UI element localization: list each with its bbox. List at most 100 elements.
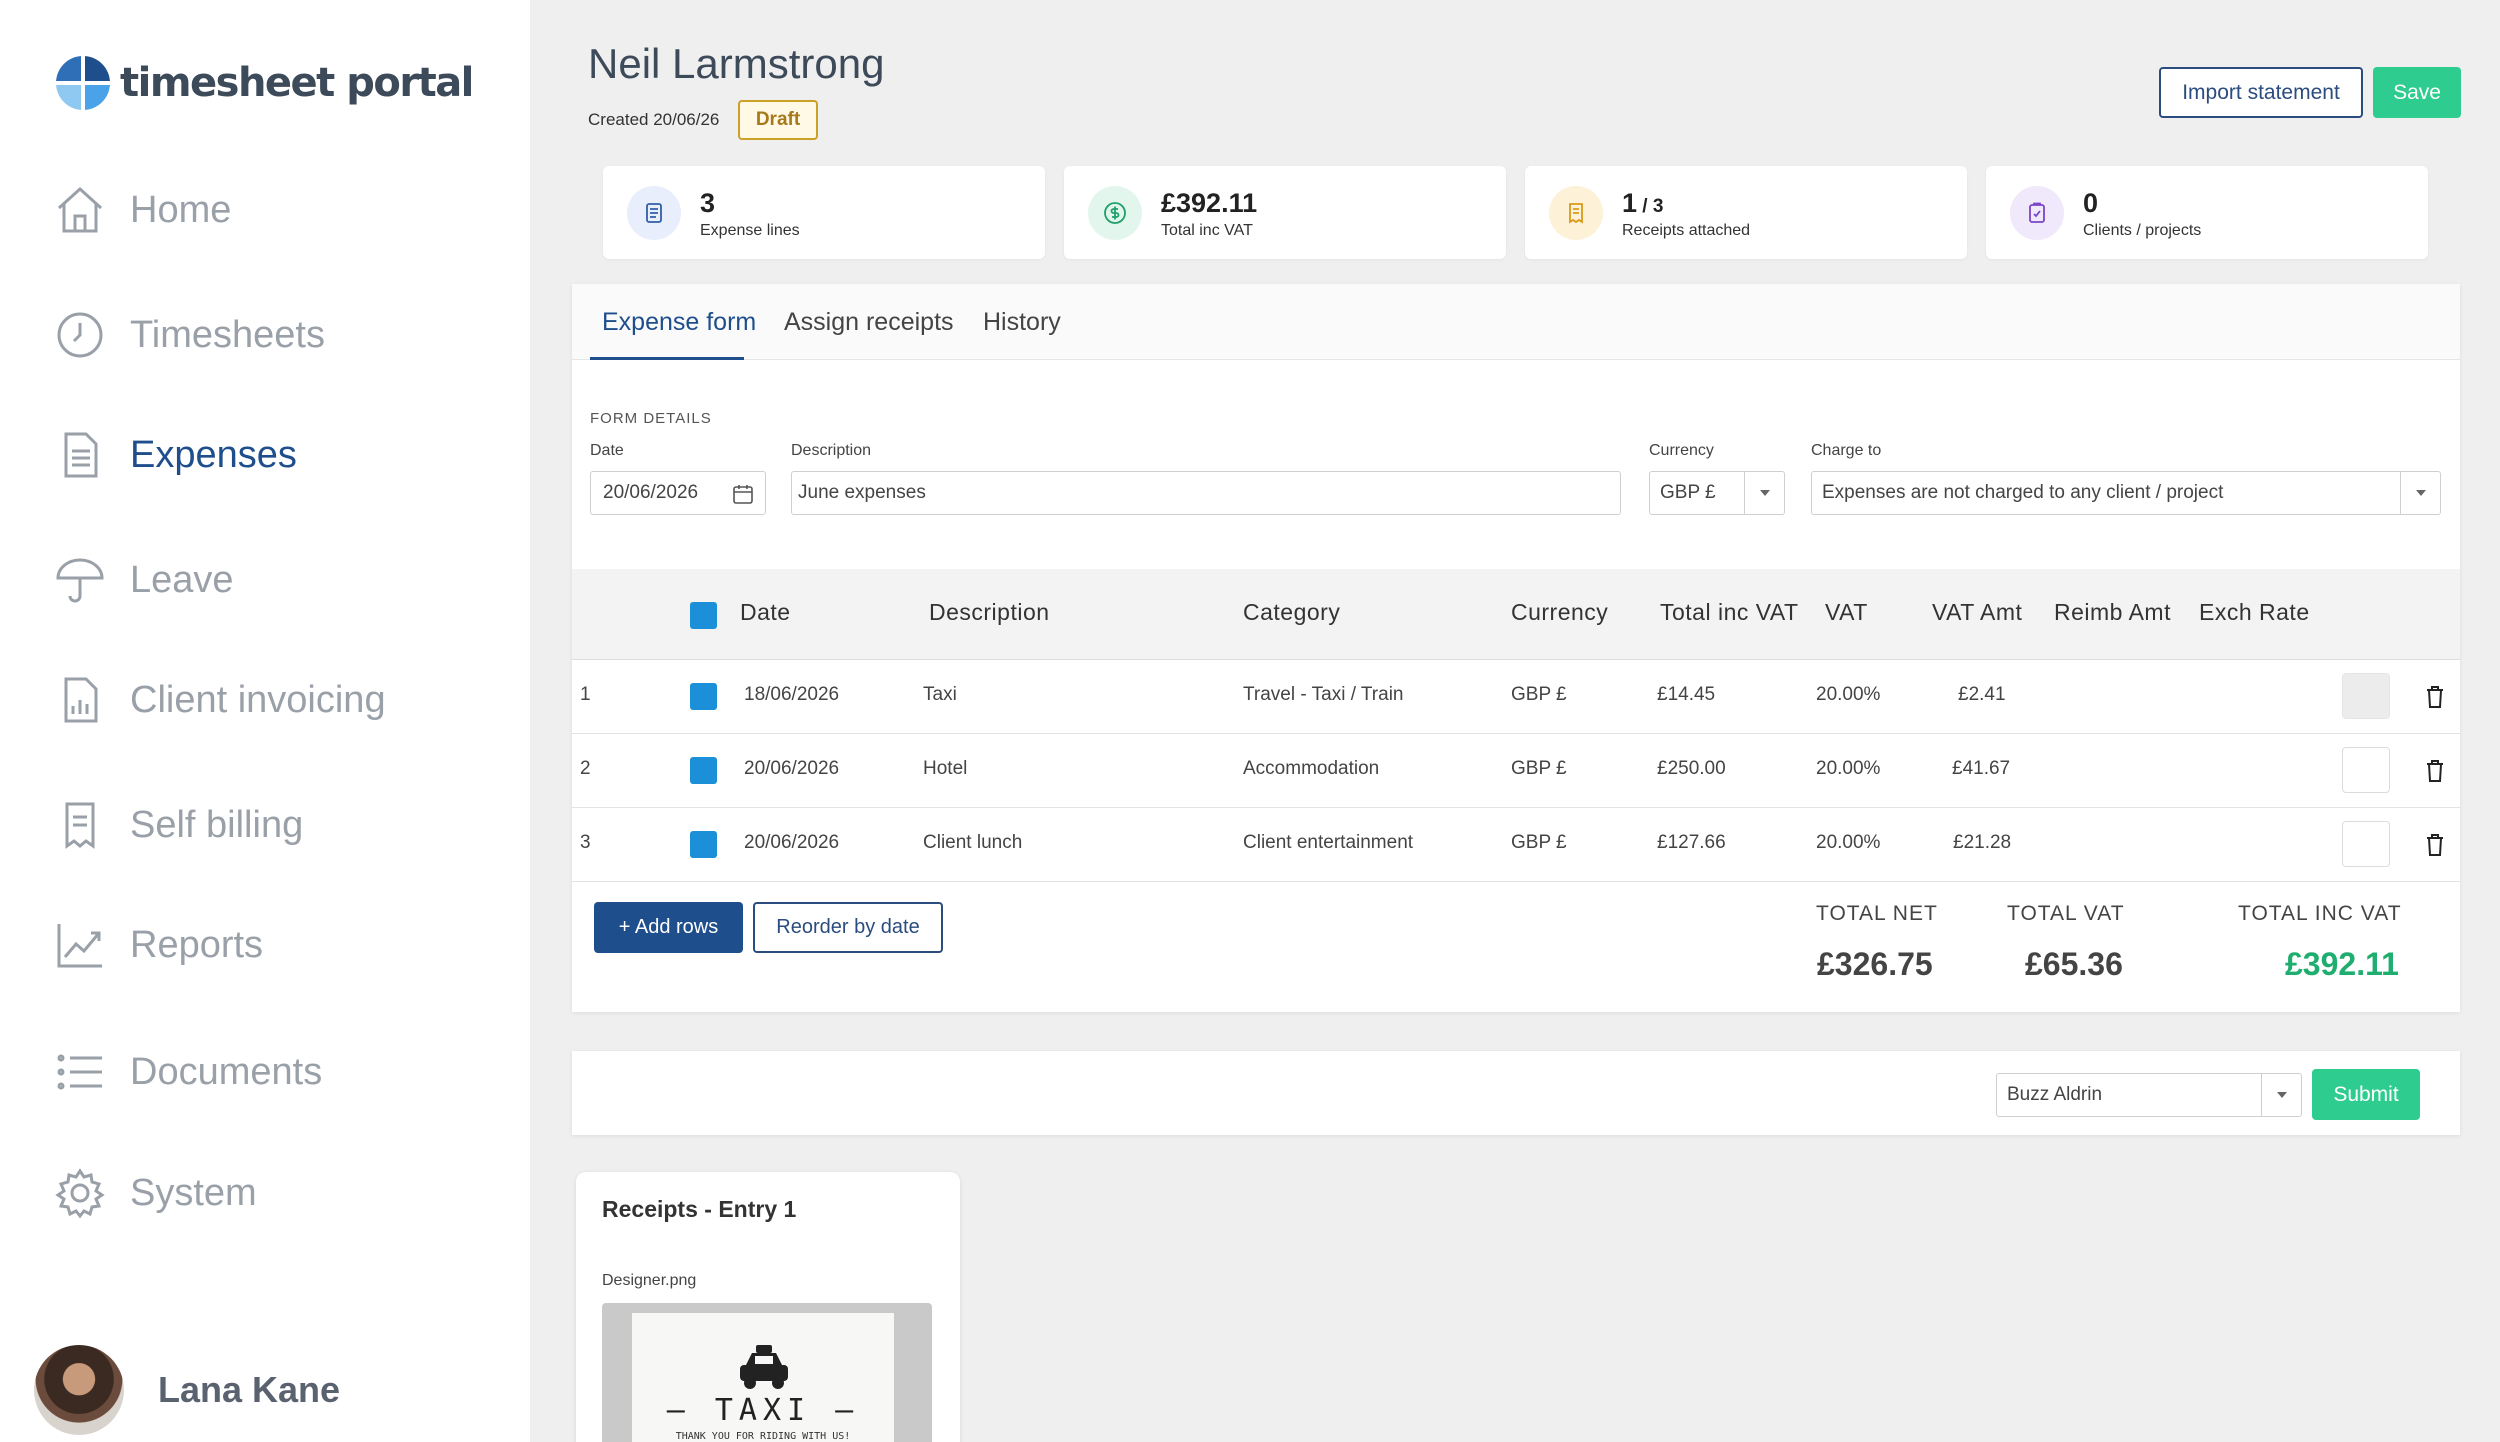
tab-bar: Expense form Assign receipts History <box>572 284 2460 360</box>
stat-card-expense-lines: 3 Expense lines <box>603 166 1045 259</box>
row-category[interactable]: Client entertainment <box>1243 832 1413 854</box>
tab-history[interactable]: History <box>983 308 1061 337</box>
submit-bar: Buzz Aldrin Submit <box>572 1051 2460 1135</box>
sidebar-item-label: Reports <box>130 923 264 966</box>
row-total[interactable]: £250.00 <box>1657 758 1726 780</box>
row-currency[interactable]: GBP £ <box>1511 684 1567 706</box>
sidebar-item-expenses[interactable]: Expenses <box>54 425 297 485</box>
column-header[interactable]: Description <box>929 599 1050 626</box>
description-label: Description <box>791 442 872 459</box>
clock-icon <box>54 309 106 361</box>
table-row[interactable]: 3 20/06/2026 Client lunch Client enterta… <box>572 808 2460 882</box>
description-field[interactable]: June expenses <box>791 471 1621 515</box>
add-rows-button[interactable]: + Add rows <box>594 902 743 953</box>
row-receipt-slot[interactable] <box>2342 673 2390 719</box>
tab-expense-form[interactable]: Expense form <box>602 308 756 337</box>
user-profile[interactable]: Lana Kane <box>34 1345 340 1435</box>
receipt-image-subtext: THANK YOU FOR RIDING WITH US! <box>675 1431 851 1442</box>
column-header[interactable]: Currency <box>1511 599 1608 626</box>
logo-icon <box>54 54 112 112</box>
sidebar: timesheet portal Home Timesheets Expense… <box>0 0 530 1442</box>
row-currency[interactable]: GBP £ <box>1511 758 1567 780</box>
sidebar-item-documents[interactable]: Documents <box>54 1042 322 1102</box>
row-vat[interactable]: 20.00% <box>1816 684 1880 706</box>
date-field[interactable]: 20/06/2026 <box>590 471 766 515</box>
section-title: FORM DETAILS <box>590 410 712 427</box>
row-checkbox[interactable] <box>690 757 717 784</box>
row-receipt-slot[interactable] <box>2342 821 2390 867</box>
save-button[interactable]: Save <box>2373 67 2461 118</box>
sidebar-item-label: Documents <box>130 1050 323 1093</box>
sidebar-item-reports[interactable]: Reports <box>54 915 263 975</box>
receipt-image[interactable]: — TAXI — THANK YOU FOR RIDING WITH US! <box>602 1303 932 1442</box>
trash-icon[interactable] <box>2424 832 2446 858</box>
row-total[interactable]: £127.66 <box>1657 832 1726 854</box>
row-date[interactable]: 20/06/2026 <box>744 832 839 854</box>
row-description[interactable]: Client lunch <box>923 832 1022 854</box>
row-vat[interactable]: 20.00% <box>1816 832 1880 854</box>
receipt-filename[interactable]: Designer.png <box>602 1272 696 1290</box>
sidebar-item-label: Home <box>130 188 232 231</box>
row-currency[interactable]: GBP £ <box>1511 832 1567 854</box>
home-icon <box>54 184 106 236</box>
sidebar-item-label: System <box>130 1171 257 1214</box>
trash-icon[interactable] <box>2424 684 2446 710</box>
table-row[interactable]: 1 18/06/2026 Taxi Travel - Taxi / Train … <box>572 660 2460 734</box>
sidebar-item-self-billing[interactable]: Self billing <box>54 795 303 855</box>
table-row[interactable]: 2 20/06/2026 Hotel Accommodation GBP £ £… <box>572 734 2460 808</box>
column-header[interactable]: Exch Rate <box>2199 599 2310 626</box>
column-header[interactable]: Category <box>1243 599 1340 626</box>
row-vat[interactable]: 20.00% <box>1816 758 1880 780</box>
import-statement-button[interactable]: Import statement <box>2159 67 2363 118</box>
row-date[interactable]: 18/06/2026 <box>744 684 839 706</box>
chevron-down-icon[interactable] <box>2261 1074 2301 1116</box>
row-date[interactable]: 20/06/2026 <box>744 758 839 780</box>
active-tab-indicator <box>590 357 744 360</box>
receipt-icon <box>54 799 106 851</box>
row-category[interactable]: Travel - Taxi / Train <box>1243 684 1404 706</box>
column-header[interactable]: VAT Amt <box>1932 599 2022 626</box>
calendar-icon[interactable] <box>731 482 755 506</box>
submit-button[interactable]: Submit <box>2312 1069 2420 1120</box>
sidebar-item-home[interactable]: Home <box>54 180 231 240</box>
column-header[interactable]: VAT <box>1825 599 1868 626</box>
sidebar-item-label: Self billing <box>130 803 304 846</box>
trash-icon[interactable] <box>2424 758 2446 784</box>
sidebar-item-client-invoicing[interactable]: Client invoicing <box>54 670 386 730</box>
stat-card-clients: 0 Clients / projects <box>1986 166 2428 259</box>
clipboard-check-icon <box>2010 186 2064 240</box>
charge-to-select[interactable]: Expenses are not charged to any client /… <box>1811 471 2441 515</box>
row-number: 2 <box>580 758 591 779</box>
stat-value: 0 <box>2083 188 2099 218</box>
reorder-by-date-button[interactable]: Reorder by date <box>753 902 943 953</box>
approver-select[interactable]: Buzz Aldrin <box>1996 1073 2302 1117</box>
description-value: June expenses <box>798 482 926 503</box>
row-number: 1 <box>580 684 591 705</box>
sidebar-item-system[interactable]: System <box>54 1163 257 1223</box>
chevron-down-icon[interactable] <box>1744 472 1784 514</box>
row-checkbox[interactable] <box>690 831 717 858</box>
status-badge: Draft <box>738 100 818 140</box>
currency-select[interactable]: GBP £ <box>1649 471 1785 515</box>
column-header[interactable]: Date <box>740 599 791 626</box>
sidebar-item-timesheets[interactable]: Timesheets <box>54 305 325 365</box>
sidebar-item-label: Expenses <box>130 433 297 476</box>
receipt-image-text: — TAXI — <box>666 1393 860 1428</box>
row-total[interactable]: £14.45 <box>1657 684 1715 706</box>
column-header[interactable]: Reimb Amt <box>2054 599 2171 626</box>
tab-assign-receipts[interactable]: Assign receipts <box>784 308 954 337</box>
document-icon <box>54 429 106 481</box>
row-category[interactable]: Accommodation <box>1243 758 1379 780</box>
row-receipt-slot[interactable] <box>2342 747 2390 793</box>
row-description[interactable]: Hotel <box>923 758 967 780</box>
date-value: 20/06/2026 <box>603 482 699 503</box>
column-header[interactable]: Total inc VAT <box>1660 599 1799 626</box>
total-inc-vat-label: TOTAL INC VAT <box>2238 902 2402 925</box>
row-description[interactable]: Taxi <box>923 684 957 706</box>
sidebar-item-leave[interactable]: Leave <box>54 550 234 610</box>
page-title: Neil Larmstrong <box>588 40 885 87</box>
row-checkbox[interactable] <box>690 683 717 710</box>
logo[interactable]: timesheet portal <box>54 54 474 112</box>
chevron-down-icon[interactable] <box>2400 472 2440 514</box>
select-all-checkbox[interactable] <box>690 602 717 629</box>
